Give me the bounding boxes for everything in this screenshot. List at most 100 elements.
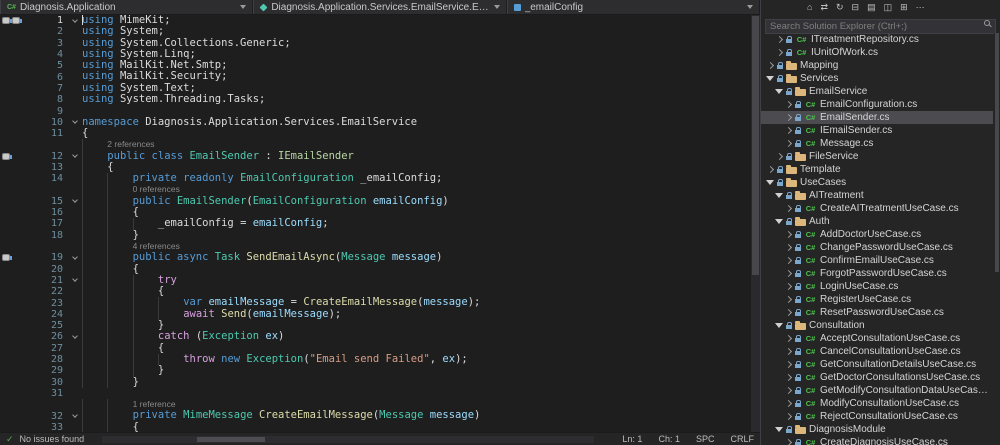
fold-chevron-icon[interactable] <box>72 412 78 418</box>
fold-chevron-icon[interactable] <box>72 16 78 23</box>
preview-selected-items-icon[interactable]: ⊞ <box>900 3 908 12</box>
code-line[interactable]: 3 using System.Collections.Generic; <box>0 38 751 49</box>
line-number[interactable]: 20 <box>30 264 68 275</box>
tree-item[interactable]: C# CreateAITreatmentUseCase.cs <box>761 202 993 215</box>
tree-chevron-icon[interactable] <box>784 115 792 120</box>
line-number[interactable]: 5 <box>30 60 68 71</box>
tree-item[interactable]: FileService <box>761 150 993 163</box>
line-number[interactable]: 11 <box>30 128 68 139</box>
line-number[interactable]: 18 <box>30 230 68 241</box>
code-line[interactable]: 2 using System; <box>0 26 751 37</box>
tree-chevron-icon[interactable] <box>775 323 783 328</box>
code-line[interactable]: 13 { <box>0 161 751 174</box>
line-number[interactable]: 1 <box>30 15 68 26</box>
tree-item[interactable]: C# ChangePasswordUseCase.cs <box>761 241 993 254</box>
line-number[interactable]: 33 <box>30 422 68 432</box>
code-line[interactable]: 28 throw new Exception("Email send Failed… <box>0 353 751 366</box>
line-number[interactable]: 26 <box>30 331 68 342</box>
scrollbar-thumb[interactable] <box>752 16 759 275</box>
line-ending-indicator[interactable]: CRLF <box>730 434 754 444</box>
tree-chevron-icon[interactable] <box>775 219 783 224</box>
tree-chevron-icon[interactable] <box>784 232 792 237</box>
line-number[interactable]: 31 <box>30 388 68 399</box>
line-number[interactable]: 24 <box>30 309 68 320</box>
code-line[interactable]: 10 namespace Diagnosis.Application.Servic… <box>0 117 751 128</box>
code-line[interactable]: 30} <box>0 376 751 388</box>
properties-icon[interactable]: ◫ <box>884 3 893 12</box>
tree-item[interactable]: C# ITreatmentRepository.cs <box>761 33 993 46</box>
tree-chevron-icon[interactable] <box>766 180 774 185</box>
project-dropdown[interactable]: C# Diagnosis.Application <box>0 0 254 14</box>
tree-item[interactable]: C# RejectConsultationUseCase.cs <box>761 410 993 423</box>
tree-item[interactable]: C# ResetPasswordUseCase.cs <box>761 306 993 319</box>
code-line[interactable]: 23 var emailMessage = CreateEmailMessage(… <box>0 297 751 309</box>
line-number[interactable]: 28 <box>30 354 68 365</box>
line-number[interactable]: 21 <box>30 275 68 286</box>
tree-item[interactable]: C# LoginUseCase.cs <box>761 280 993 293</box>
code-line[interactable]: 11 { <box>0 128 751 139</box>
tree-chevron-icon[interactable] <box>766 63 774 68</box>
code-line[interactable]: 26 catch (Exception ex) <box>0 331 751 343</box>
tree-item[interactable]: Services <box>761 72 993 85</box>
codelens-references[interactable]: 1 reference <box>0 399 751 411</box>
fold-chevron-icon[interactable] <box>72 276 78 283</box>
whitespace-indicator[interactable]: SPC <box>696 434 715 444</box>
tree-chevron-icon[interactable] <box>784 388 792 393</box>
tree-chevron-icon[interactable] <box>784 245 792 250</box>
line-number[interactable]: 23 <box>30 298 68 309</box>
fold-chevron-icon[interactable] <box>72 197 78 204</box>
tree-chevron-icon[interactable] <box>766 167 774 172</box>
tree-chevron-icon[interactable] <box>784 362 792 367</box>
home-icon[interactable]: ⌂ <box>807 3 812 12</box>
tree-item[interactable]: Auth <box>761 215 993 228</box>
tree-item[interactable]: C# GetDoctorConsultationsUseCase.cs <box>761 371 993 384</box>
code-line[interactable]: 19 public async Task SendEmailAsync(Messa… <box>0 252 751 264</box>
fold-chevron-icon[interactable] <box>72 118 78 125</box>
tree-item[interactable]: C# EmailSender.cs <box>761 111 993 124</box>
line-number[interactable]: 22 <box>30 286 68 297</box>
tree-chevron-icon[interactable] <box>784 128 792 133</box>
tree-chevron-icon[interactable] <box>784 284 792 289</box>
sync-active-document-icon[interactable]: ⇄ <box>820 3 828 12</box>
tree-chevron-icon[interactable] <box>784 401 792 406</box>
code-line[interactable]: 15 public EmailSender(EmailConfiguration … <box>0 195 751 208</box>
tree-chevron-icon[interactable] <box>784 206 792 211</box>
line-number[interactable]: 19 <box>30 252 68 263</box>
tree-chevron-icon[interactable] <box>766 76 774 81</box>
line-number[interactable]: 10 <box>30 117 68 128</box>
code-line[interactable]: 21 try <box>0 274 751 287</box>
code-area[interactable]: 1 using MimeKit; 2 using System; 3 using Syst… <box>0 15 751 432</box>
code-line[interactable]: 12 public class EmailSender : IEmailSende… <box>0 150 751 162</box>
tree-chevron-icon[interactable] <box>775 89 783 94</box>
code-line[interactable]: 4 using System.Linq; <box>0 49 751 60</box>
line-number[interactable]: 16 <box>30 207 68 218</box>
line-number[interactable]: 13 <box>30 162 68 173</box>
type-dropdown[interactable]: Diagnosis.Application.Services.EmailServ… <box>253 0 507 14</box>
tree-item[interactable]: UseCases <box>761 176 993 189</box>
line-number[interactable]: 25 <box>30 320 68 331</box>
tree-chevron-icon[interactable] <box>784 336 792 341</box>
line-number[interactable]: 12 <box>30 151 68 162</box>
tree-chevron-icon[interactable] <box>775 193 783 198</box>
more-options-icon[interactable]: ⋯ <box>916 3 925 12</box>
health-indicator[interactable]: No issues found <box>20 434 85 444</box>
code-line[interactable]: 8 using System.Threading.Tasks; <box>0 94 751 105</box>
fold-chevron-icon[interactable] <box>72 333 78 339</box>
line-number[interactable]: 6 <box>30 72 68 83</box>
tree-chevron-icon[interactable] <box>775 37 783 42</box>
codelens-references[interactable]: 2 references <box>0 139 751 151</box>
line-number[interactable]: 8 <box>30 94 68 105</box>
codelens-references[interactable]: 0 references <box>0 184 751 196</box>
tree-chevron-icon[interactable] <box>784 375 792 380</box>
code-line[interactable]: 7 using System.Text; <box>0 83 751 94</box>
code-line[interactable]: 22 { <box>0 286 751 298</box>
line-number[interactable]: 7 <box>30 83 68 94</box>
line-number[interactable]: 17 <box>30 218 68 229</box>
code-line[interactable]: 1 using MimeKit; <box>0 15 751 26</box>
tree-item[interactable]: C# ModifyConsultationUseCase.cs <box>761 397 993 410</box>
tree-item[interactable]: C# IEmailSender.cs <box>761 124 993 137</box>
tree-chevron-icon[interactable] <box>784 297 792 302</box>
tree-item[interactable]: C# RegisterUseCase.cs <box>761 293 993 306</box>
code-line[interactable]: 14 private readonly EmailConfiguration _e… <box>0 173 751 185</box>
code-line[interactable]: 9 <box>0 105 751 117</box>
